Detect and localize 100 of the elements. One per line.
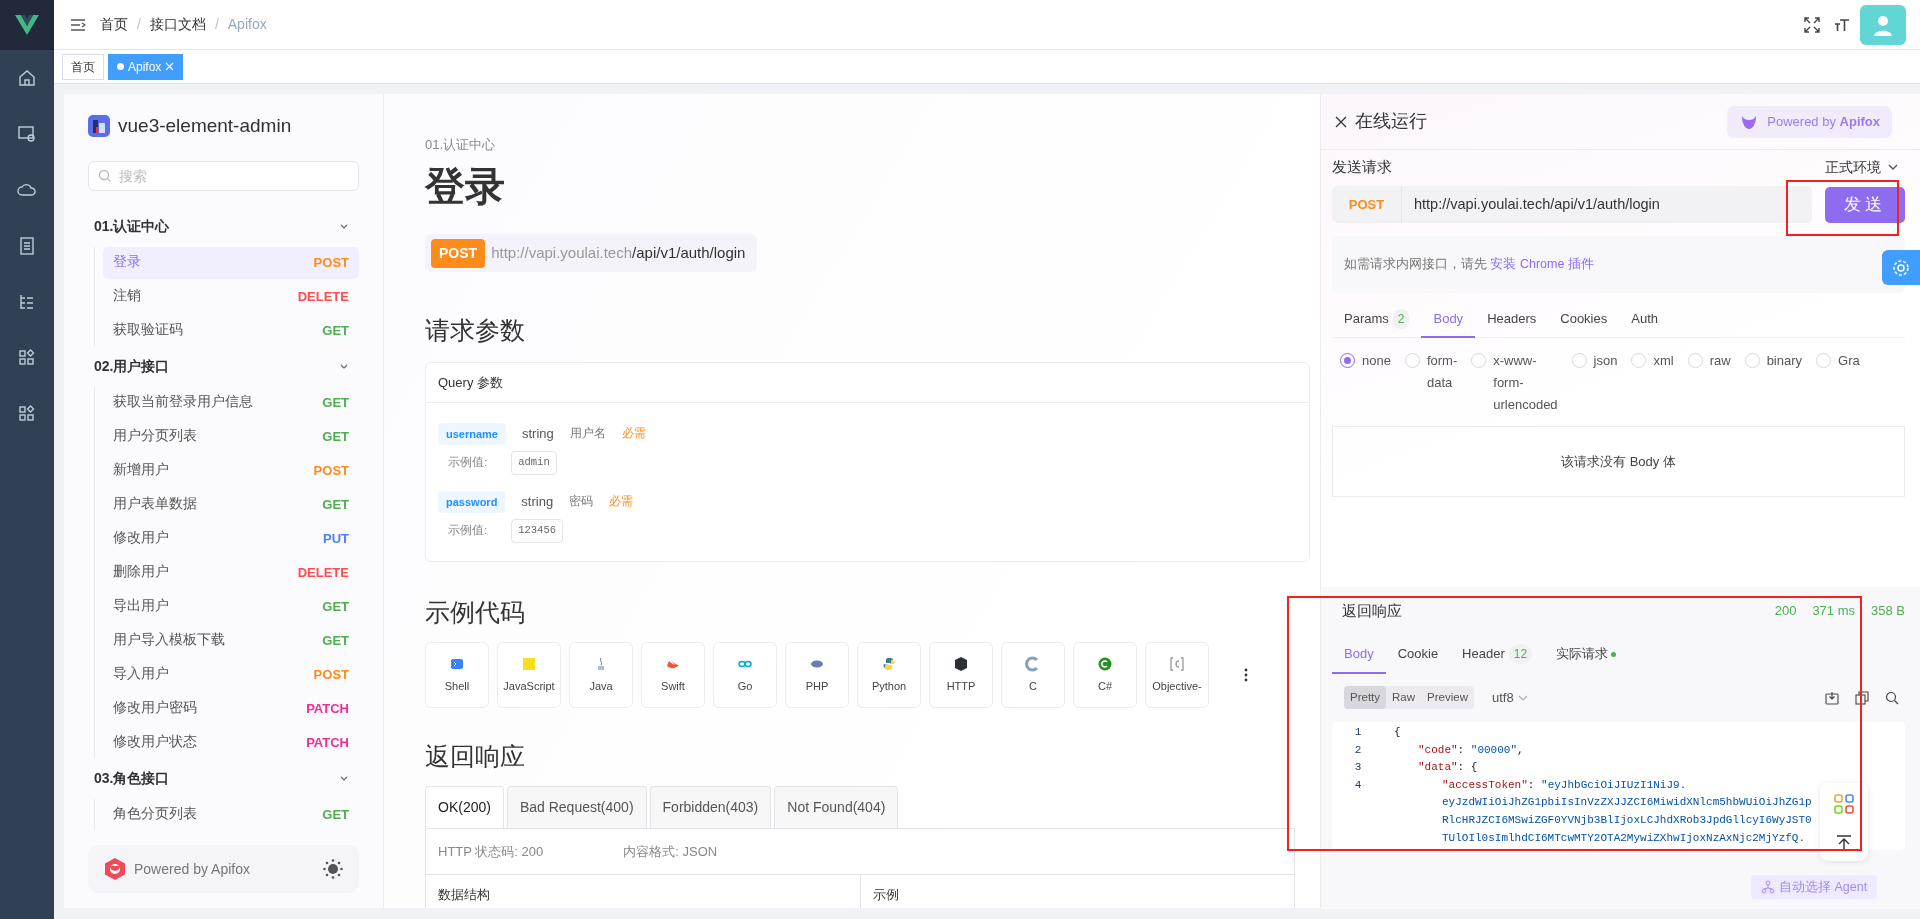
response-tab[interactable]: Header 12 bbox=[1450, 636, 1545, 674]
grid-icon[interactable] bbox=[17, 404, 37, 424]
section-title: 返回响应 bbox=[1341, 600, 1402, 621]
menu-icon[interactable] bbox=[70, 17, 86, 32]
line-number: 2 bbox=[1353, 742, 1363, 758]
endpoint-item[interactable]: 登录 POST bbox=[103, 246, 359, 279]
text-size-icon[interactable] bbox=[1834, 16, 1850, 33]
response-tab[interactable]: Cookie bbox=[1385, 636, 1451, 674]
line-number: 3 bbox=[1353, 760, 1363, 776]
request-tab[interactable]: Body bbox=[1421, 301, 1476, 338]
apps-icon[interactable] bbox=[1834, 793, 1854, 814]
param-description: 密码 bbox=[569, 494, 594, 510]
line-number: 1 bbox=[1353, 725, 1363, 740]
language-tile[interactable]: Go bbox=[713, 642, 777, 708]
page-title: 登录 bbox=[425, 163, 506, 210]
response-time: 371 ms bbox=[1812, 602, 1855, 621]
monitor-icon[interactable] bbox=[17, 124, 37, 144]
group-title[interactable]: 01.认证中心 bbox=[94, 216, 170, 237]
panel-title: 在线运行 bbox=[1355, 110, 1427, 133]
language-tile[interactable]: Java bbox=[569, 642, 633, 708]
close-icon[interactable] bbox=[1335, 115, 1347, 128]
endpoint-item[interactable]: 用户导入模板下载 GET bbox=[103, 624, 359, 657]
view-toggle[interactable]: Preview bbox=[1421, 686, 1474, 709]
request-tab[interactable]: Params 2 bbox=[1332, 301, 1422, 338]
endpoint-item[interactable]: 用户分页列表 GET bbox=[103, 420, 359, 453]
environment-select[interactable]: 正式环境 bbox=[1825, 156, 1905, 178]
empty-body-message: 该请求没有 Body 体 bbox=[1561, 452, 1676, 471]
endpoint-item[interactable]: 导出用户 GET bbox=[103, 590, 359, 623]
endpoint-item[interactable]: 用户表单数据 GET bbox=[103, 488, 359, 521]
home-icon[interactable] bbox=[17, 68, 37, 88]
download-icon[interactable] bbox=[1825, 690, 1839, 705]
encoding-select[interactable]: utf8 bbox=[1491, 687, 1528, 708]
breadcrumb-item[interactable]: 首页 bbox=[100, 14, 128, 35]
search-field[interactable]: 搜索 bbox=[88, 160, 359, 191]
response-tab[interactable]: OK(200) bbox=[425, 786, 504, 828]
line-number: 4 bbox=[1353, 777, 1363, 793]
view-toggle[interactable]: Raw bbox=[1386, 686, 1422, 709]
language-tile[interactable]: C bbox=[1001, 642, 1065, 708]
response-tab[interactable]: 实际请求 bbox=[1544, 636, 1629, 674]
install-plugin-link[interactable]: 安装 Chrome 插件 bbox=[1490, 257, 1594, 272]
language-tile[interactable]: JavaScript bbox=[497, 642, 561, 708]
code-line: TUlOIl0sImlhdCI6MTcwMTY2OTA2MywiZXhwIjoxNzAxNjc2MjYzfQ. bbox=[1442, 830, 1807, 846]
language-icon bbox=[521, 655, 537, 672]
back-to-top-icon[interactable] bbox=[1836, 834, 1852, 851]
code-line: RlcHRJZCI6MSwiZGF0YVNjb3BlIjoxLCJhdXRob3JpdGllcyI6WyJST0 bbox=[1442, 812, 1812, 828]
language-tile[interactable]: Python bbox=[857, 642, 921, 708]
endpoint-item[interactable]: 修改用户状态 PATCH bbox=[103, 726, 359, 759]
search-icon[interactable] bbox=[1885, 690, 1899, 705]
endpoint-item[interactable]: 修改用户密码 PATCH bbox=[103, 692, 359, 725]
settings-button[interactable] bbox=[1882, 250, 1920, 285]
network-icon bbox=[1761, 880, 1775, 894]
app-logo-icon bbox=[88, 115, 110, 138]
language-tile[interactable]: HTTP bbox=[929, 642, 993, 708]
view-toggle[interactable]: Pretty bbox=[1344, 686, 1387, 709]
request-tab[interactable]: Cookies bbox=[1548, 301, 1620, 338]
document-icon[interactable] bbox=[17, 236, 37, 256]
language-icon bbox=[1169, 655, 1185, 672]
param-name: password bbox=[438, 490, 506, 514]
endpoint-item[interactable]: 获取验证码 GET bbox=[103, 314, 359, 347]
group-title[interactable]: 02.用户接口 bbox=[94, 356, 170, 377]
request-tab[interactable]: Auth bbox=[1619, 301, 1670, 338]
endpoint-item[interactable]: 角色分页列表 GET bbox=[103, 798, 359, 831]
language-tile[interactable]: C# bbox=[1073, 642, 1137, 708]
content-format-text: 内容格式: JSON bbox=[623, 842, 718, 861]
request-tab[interactable]: Headers bbox=[1475, 301, 1549, 338]
request-url-field[interactable]: POST http://vapi.youlai.tech/api/v1/auth/login bbox=[1332, 186, 1812, 223]
fullscreen-icon[interactable] bbox=[1804, 16, 1820, 33]
section-heading: 请求参数 bbox=[425, 315, 526, 346]
response-tab[interactable]: Not Found(404) bbox=[774, 786, 899, 828]
endpoint-item[interactable]: 删除用户 DELETE bbox=[103, 556, 359, 589]
language-tile[interactable]: Shell bbox=[425, 642, 489, 708]
language-icon bbox=[1025, 655, 1041, 672]
required-label: 必需 bbox=[609, 494, 634, 510]
radio-label: xml bbox=[1653, 352, 1674, 370]
endpoint-item[interactable]: 导入用户 POST bbox=[103, 658, 359, 691]
endpoint-item[interactable]: 修改用户 PUT bbox=[103, 522, 359, 555]
group-title[interactable]: 03.角色接口 bbox=[94, 768, 170, 789]
response-tab[interactable]: Body bbox=[1332, 636, 1386, 674]
endpoint-item[interactable]: 注销 DELETE bbox=[103, 280, 359, 313]
radio-button[interactable] bbox=[1340, 353, 1355, 368]
breadcrumb-item[interactable]: 接口文档 bbox=[149, 14, 206, 35]
grid-icon[interactable] bbox=[17, 348, 37, 368]
response-size: 358 B bbox=[1871, 602, 1905, 621]
tag-dot bbox=[117, 63, 124, 70]
endpoint-item[interactable]: 获取当前登录用户信息 GET bbox=[103, 386, 359, 419]
param-type: string bbox=[521, 493, 554, 512]
copy-icon[interactable] bbox=[1855, 690, 1869, 705]
language-tile[interactable]: Objective- bbox=[1145, 642, 1209, 708]
language-tile[interactable]: Swift bbox=[641, 642, 705, 708]
more-icon[interactable] bbox=[1244, 668, 1248, 682]
endpoint-item[interactable]: 新增用户 POST bbox=[103, 454, 359, 487]
sun-icon[interactable] bbox=[323, 859, 343, 879]
response-tab[interactable]: Forbidden(403) bbox=[649, 786, 772, 828]
tag[interactable]: 首页 bbox=[62, 53, 104, 80]
breadcrumb-item: Apifox bbox=[227, 15, 267, 34]
response-tab[interactable]: Bad Request(400) bbox=[506, 786, 647, 828]
language-tile[interactable]: PHP bbox=[785, 642, 849, 708]
example-label: 示例值: bbox=[448, 523, 488, 539]
send-button[interactable]: 发送 bbox=[1825, 186, 1905, 223]
method-badge: POST bbox=[431, 238, 486, 268]
